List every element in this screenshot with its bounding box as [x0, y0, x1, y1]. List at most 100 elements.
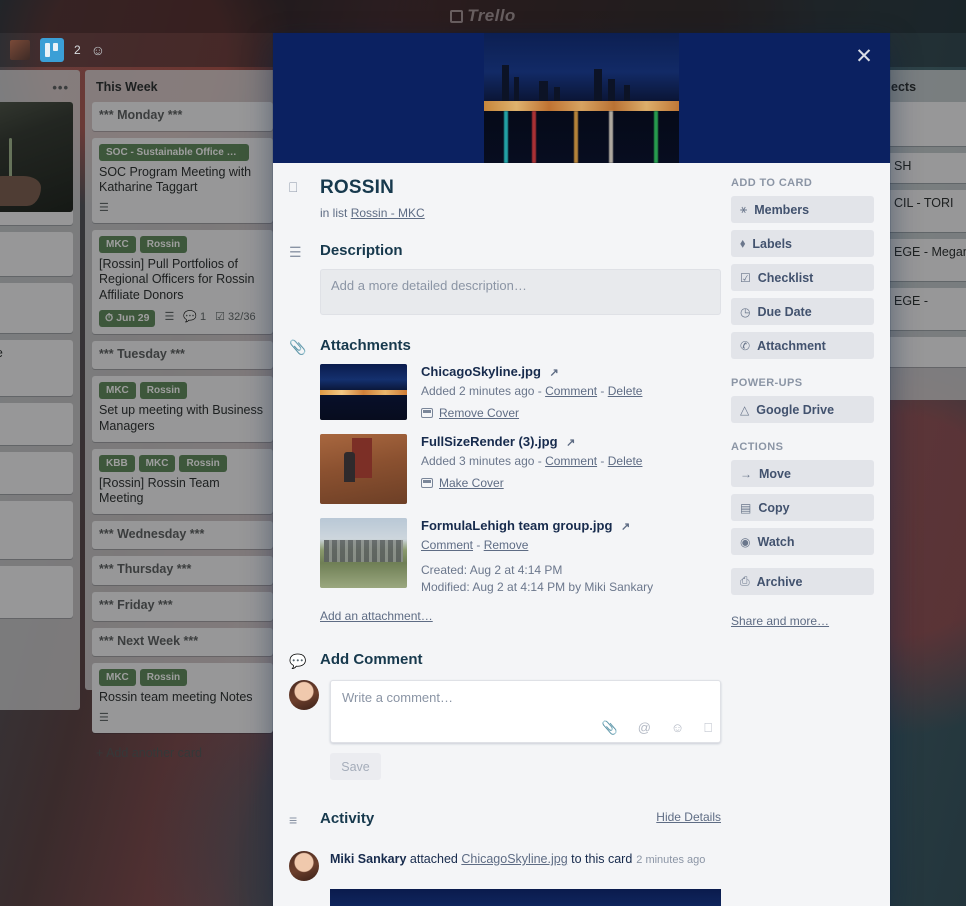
- board-list-projects[interactable]: ••• ects SH CIL - TORI EGE - Megan EGE -: [880, 70, 966, 400]
- label-chip[interactable]: Rossin: [139, 235, 188, 253]
- activity-author[interactable]: Miki Sankary: [330, 852, 406, 866]
- avatar[interactable]: [10, 40, 30, 60]
- list-item[interactable]: *** Thursday ***: [92, 556, 273, 585]
- remove-link[interactable]: Remove: [484, 538, 529, 552]
- card-title: SOC Program Meeting with Katharine Tagga…: [99, 164, 252, 195]
- move-button[interactable]: → Move: [731, 460, 874, 487]
- button-label: Members: [754, 202, 810, 217]
- attachment-meta: Added 3 minutes ago - Comment - Delete: [421, 454, 643, 468]
- list-item[interactable]: ate Board: [0, 283, 73, 333]
- delete-link[interactable]: Delete: [608, 454, 643, 468]
- list-item[interactable]: MKC Rossin Rossin team meeting Notes ☰: [92, 663, 273, 733]
- mention-icon[interactable]: @: [638, 720, 651, 736]
- list-item[interactable]: EGE -: [887, 288, 966, 330]
- list-item[interactable]: Team - s: [0, 501, 73, 559]
- list-item[interactable]: [0, 232, 73, 276]
- list-item[interactable]: CIL - TORI: [887, 190, 966, 232]
- comment-link[interactable]: Comment: [421, 538, 473, 552]
- list-item[interactable]: [0, 403, 73, 445]
- label-chip[interactable]: MKC: [99, 669, 136, 687]
- label-chip[interactable]: MKC: [99, 382, 136, 400]
- avatar[interactable]: [289, 851, 319, 881]
- label-chip[interactable]: Rossin: [139, 669, 188, 687]
- label-chip[interactable]: SOC - Sustainable Office Commi...: [99, 143, 249, 161]
- list-item[interactable]: *** Next Week ***: [92, 627, 273, 657]
- add-member-icon[interactable]: ☺: [91, 42, 105, 58]
- comment-input[interactable]: Write a comment… 📎 @ ☺ ⎕: [330, 680, 721, 743]
- arrow-right-icon: →: [740, 466, 752, 481]
- description-badge-icon: ☰: [99, 201, 109, 214]
- list-item[interactable]: [0, 452, 73, 494]
- list-item[interactable]: *** Friday ***: [92, 592, 273, 621]
- remove-cover-link[interactable]: Remove Cover: [439, 406, 519, 420]
- description-input[interactable]: Add a more detailed description…: [320, 269, 721, 315]
- activity-attached-image[interactable]: [330, 889, 721, 906]
- card-icon[interactable]: ⎕: [704, 720, 712, 736]
- board-list-this-week[interactable]: This Week *** Monday *** SOC - Sustainab…: [85, 70, 280, 760]
- list-item[interactable]: SOC - Sustainable Office Commi... SOC Pr…: [92, 137, 273, 223]
- list-item[interactable]: [887, 102, 966, 146]
- list-item[interactable]: EGE - Megan: [887, 239, 966, 281]
- attachment-icon[interactable]: 📎: [602, 720, 618, 736]
- share-and-more-link[interactable]: Share and more…: [731, 614, 829, 628]
- list-item[interactable]: KBB MKC Rossin [Rossin] Rossin Team Meet…: [92, 448, 273, 514]
- checklist-icon: ☑: [740, 270, 751, 285]
- add-labels-button[interactable]: ⬧ Labels: [731, 230, 874, 257]
- save-button[interactable]: Save: [330, 753, 381, 780]
- comment-link[interactable]: Comment: [545, 454, 597, 468]
- external-link-icon[interactable]: ↗: [550, 366, 559, 379]
- copy-button[interactable]: ▤ Copy: [731, 494, 874, 521]
- comment-placeholder: Write a comment…: [342, 690, 454, 705]
- add-checklist-button[interactable]: ☑ Checklist: [731, 264, 874, 291]
- label-chip[interactable]: Rossin: [139, 382, 188, 400]
- archive-button[interactable]: ⎙ Archive: [731, 568, 874, 595]
- activity-entry: Miki Sankary attached ChicagoSkyline.jpg…: [289, 851, 721, 881]
- list-item[interactable]: *** Wednesday ***: [92, 520, 273, 550]
- attachment-cover-action[interactable]: Make Cover: [421, 476, 721, 490]
- notification-count[interactable]: 2: [74, 43, 81, 57]
- label-chip[interactable]: MKC: [99, 235, 136, 253]
- add-due-date-button[interactable]: ◷ Due Date: [731, 298, 874, 325]
- list-item[interactable]: *** Tuesday ***: [92, 340, 273, 370]
- external-link-icon[interactable]: ↗: [621, 520, 630, 533]
- activity-target-link[interactable]: ChicagoSkyline.jpg: [461, 852, 567, 866]
- label-chip[interactable]: KBB: [99, 454, 135, 472]
- add-members-button[interactable]: ⚹ Members: [731, 196, 874, 223]
- list-item[interactable]: [0, 102, 73, 225]
- avatar[interactable]: [289, 680, 319, 710]
- board-icon[interactable]: [40, 38, 64, 62]
- add-attachment-link[interactable]: Add an attachment…: [320, 609, 721, 623]
- list-item[interactable]: SH: [887, 153, 966, 183]
- attachment-thumbnail[interactable]: [320, 518, 407, 588]
- card-cover: ✕: [273, 33, 890, 163]
- list-item[interactable]: [887, 337, 966, 367]
- list-item[interactable]: *** Monday ***: [92, 102, 273, 131]
- google-drive-button[interactable]: △ Google Drive: [731, 396, 874, 423]
- list-menu-icon[interactable]: •••: [52, 80, 69, 95]
- attachment-created: Created: Aug 2 at 4:14 PM: [421, 563, 563, 577]
- hide-details-button[interactable]: Hide Details: [656, 810, 721, 824]
- card-detail-modal: ✕ ⎕ ROSSIN in list Rossin - MKC ☰ Descri…: [273, 33, 890, 906]
- attachment-thumbnail[interactable]: [320, 434, 407, 504]
- list-item[interactable]: AC - Update: [0, 340, 73, 396]
- list-item[interactable]: MKC Rossin Set up meeting with Business …: [92, 376, 273, 442]
- make-cover-link[interactable]: Make Cover: [439, 476, 504, 490]
- watch-button[interactable]: ◉ Watch: [731, 528, 874, 555]
- attachment-cover-action[interactable]: Remove Cover: [421, 406, 721, 420]
- board-list-in-progress[interactable]: ••• rogress ate Board AC - Update Team -…: [0, 70, 80, 710]
- label-chip[interactable]: MKC: [138, 454, 176, 472]
- comment-composer: Write a comment… 📎 @ ☺ ⎕: [289, 680, 721, 743]
- trello-logo[interactable]: Trello: [0, 6, 966, 26]
- add-another-card-button[interactable]: + Add another card: [92, 740, 273, 766]
- delete-link[interactable]: Delete: [608, 384, 643, 398]
- list-item[interactable]: MKC Rossin [Rossin] Pull Portfolios of R…: [92, 229, 273, 334]
- close-icon[interactable]: ✕: [850, 43, 878, 71]
- add-attachment-button[interactable]: ✆ Attachment: [731, 332, 874, 359]
- list-link[interactable]: Rossin - MKC: [351, 206, 425, 220]
- external-link-icon[interactable]: ↗: [566, 436, 575, 449]
- label-chip[interactable]: Rossin: [179, 454, 227, 472]
- list-item[interactable]: otes with: [0, 566, 73, 618]
- emoji-icon[interactable]: ☺: [671, 720, 684, 736]
- attachment-thumbnail[interactable]: [320, 364, 407, 420]
- comment-link[interactable]: Comment: [545, 384, 597, 398]
